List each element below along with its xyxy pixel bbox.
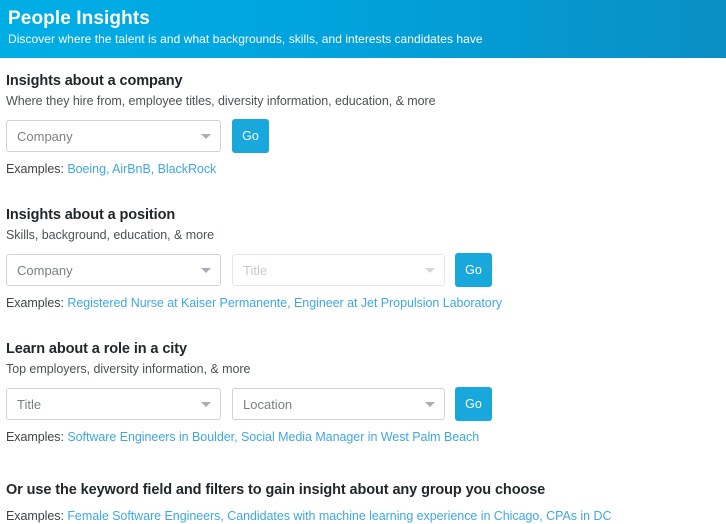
page-header-banner: People Insights Discover where the talen…: [0, 0, 726, 58]
examples-label: Examples:: [6, 509, 64, 523]
page-title: People Insights: [8, 8, 150, 29]
section-subtitle: Where they hire from, employee titles, d…: [6, 94, 436, 108]
example-link[interactable]: Social Media Manager in West Palm Beach: [241, 430, 479, 444]
examples-line: Examples: Boeing, AirBnB, BlackRock: [6, 162, 217, 176]
form-row: Company Go: [6, 119, 726, 153]
location-select-value: Location: [243, 396, 293, 412]
company-select[interactable]: Company: [6, 254, 221, 286]
example-link[interactable]: Software Engineers in Boulder: [67, 430, 234, 444]
section-insights-about-a-company: Insights about a company Where they hire…: [6, 72, 726, 177]
examples-line: Examples: Software Engineers in Boulder,…: [6, 430, 480, 444]
go-button[interactable]: Go: [455, 253, 492, 287]
form-row: Title Location Go: [6, 387, 726, 421]
section-subtitle: Skills, background, education, & more: [6, 228, 214, 242]
main-content: Insights about a company Where they hire…: [0, 72, 726, 524]
title-select[interactable]: Title: [6, 388, 221, 420]
chevron-down-icon: [425, 402, 435, 407]
examples-label: Examples:: [6, 296, 64, 310]
example-link[interactable]: Female Software Engineers: [67, 509, 220, 523]
company-select[interactable]: Company: [6, 120, 221, 152]
examples-line: Examples: Registered Nurse at Kaiser Per…: [6, 296, 503, 310]
form-row: Company Title Go: [6, 253, 726, 287]
example-link[interactable]: AirBnB: [112, 162, 151, 176]
section-title: Or use the keyword field and filters to …: [6, 482, 546, 498]
chevron-down-icon: [425, 268, 435, 273]
examples-label: Examples:: [6, 162, 64, 176]
chevron-down-icon: [201, 134, 211, 139]
section-keyword-filters: Or use the keyword field and filters to …: [6, 481, 726, 524]
chevron-down-icon: [201, 268, 211, 273]
section-insights-about-a-position: Insights about a position Skills, backgr…: [6, 206, 726, 311]
example-link[interactable]: Engineer at Jet Propulsion Laboratory: [294, 296, 502, 310]
example-link[interactable]: BlackRock: [158, 162, 217, 176]
example-link[interactable]: Candidates with machine learning experie…: [227, 509, 539, 523]
title-select-value: Title: [243, 262, 268, 278]
title-select[interactable]: Title: [232, 254, 445, 286]
section-title: Insights about a company: [6, 73, 183, 89]
section-title: Insights about a position: [6, 207, 176, 223]
examples-label: Examples:: [6, 430, 64, 444]
company-select-value: Company: [17, 262, 73, 278]
example-link[interactable]: Boeing: [67, 162, 106, 176]
go-button[interactable]: Go: [455, 387, 492, 421]
go-button[interactable]: Go: [232, 119, 269, 153]
location-select[interactable]: Location: [232, 388, 445, 420]
section-title: Learn about a role in a city: [6, 341, 187, 357]
company-select-value: Company: [17, 128, 73, 144]
page-subtitle: Discover where the talent is and what ba…: [8, 32, 483, 46]
title-select-value: Title: [17, 396, 42, 412]
chevron-down-icon: [201, 402, 211, 407]
section-learn-about-a-role-in-a-city: Learn about a role in a city Top employe…: [6, 340, 726, 445]
examples-line: Examples: Female Software Engineers, Can…: [6, 509, 612, 523]
example-link[interactable]: Registered Nurse at Kaiser Permanente: [67, 296, 287, 310]
example-link[interactable]: CPAs in DC: [546, 509, 611, 523]
section-subtitle: Top employers, diversity information, & …: [6, 362, 251, 376]
